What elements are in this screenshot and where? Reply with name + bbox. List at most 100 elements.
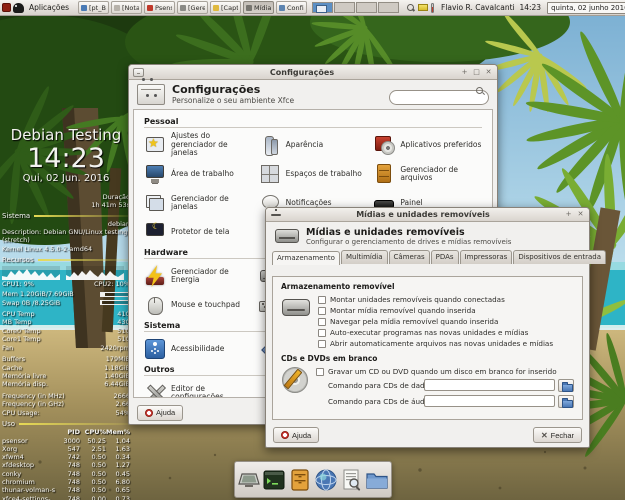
workspace-3[interactable] [356,2,377,13]
dialog-close-button[interactable] [576,210,585,219]
tray-magnifier-icon[interactable] [407,4,415,12]
checkbox[interactable] [318,340,326,348]
process-row: xfwm47420.500.34 [2,453,130,461]
dialog-header-icon [274,225,300,247]
settings-item-acessibilidade[interactable]: Acessibilidade [144,336,253,362]
dialog-window-title: Mídias e unidades removíveis [285,210,561,219]
process-row: conky7480.500.45 [2,470,130,478]
settings-item-gerenciador-de-janelas[interactable]: Gerenciador de janelas [144,190,253,216]
web-browser-icon[interactable] [314,468,338,492]
checkbox[interactable] [316,368,324,376]
conky-distro: Debian Testing [2,126,130,144]
settings-item-espacos-de-trabalho[interactable]: Espaços de trabalho [259,161,368,187]
top-panel: Aplicações [pt_B... [Nota... Psens... [G… [0,0,625,16]
settings-item-gerenciador-de-energia[interactable]: Gerenciador de Energia [144,263,253,289]
taskbar-button-capt[interactable]: [Capt... [210,1,241,14]
checkbox[interactable] [318,296,326,304]
desktop: Debian Testing 14:23 Qui, 02 Jun. 2016 D… [0,0,625,500]
settings-window-title: Configurações [147,68,457,77]
cpu2-graph [66,266,124,280]
show-desktop-icon[interactable] [237,468,261,492]
process-row: psensor300050.251.04 [2,437,130,445]
option-mount-media[interactable]: Montar mídia removível quando inserida [318,305,574,316]
option-burn-cd[interactable]: Gravar um CD ou DVD quando um disco em b… [316,366,574,377]
settings-item-aplicativos-preferidos[interactable]: Aplicativos preferidos [373,132,482,158]
settings-item-area-de-trabalho[interactable]: Área de trabalho [144,161,253,187]
tab-cameras[interactable]: Câmeras [389,250,430,264]
storage-section-title: Armazenamento removível [281,282,574,291]
dock [234,461,392,498]
workspace-2[interactable] [334,2,355,13]
close-x-icon [541,431,548,440]
task-icon [147,5,153,11]
settings-window-icon [133,68,144,77]
taskbar-button-pt[interactable]: [pt_B... [78,1,109,14]
dialog-help-button[interactable]: Ajuda [273,427,319,443]
browse-folder-button[interactable] [558,379,574,392]
file-manager-icon[interactable] [288,468,312,492]
checkbox[interactable] [318,318,326,326]
orage-date[interactable]: quinta, 02 junho 2016 [547,2,625,14]
dialog-shade-button[interactable] [564,210,573,219]
checkbox[interactable] [318,307,326,315]
settings-item-aparencia[interactable]: Aparência [259,132,368,158]
removable-drive-icon [281,294,311,320]
dialog-fechar-button[interactable]: Fechar [533,427,582,443]
conky-section-system: Sistema [2,212,130,220]
checkbox[interactable] [318,329,326,337]
workspace-pager[interactable] [312,2,399,13]
settings-editor-icon [144,382,166,398]
terminal-icon[interactable] [262,468,286,492]
option-autorun[interactable]: Auto-executar programas nas novas unidad… [318,327,574,338]
section-title-pessoal: Pessoal [144,117,482,128]
tab-pdas[interactable]: PDAs [431,250,459,264]
browse-folder-button[interactable] [558,395,574,408]
audio-cd-command-row: Comando para CDs de áudio: [316,393,574,409]
search-icon [476,87,485,96]
tab-multimidia[interactable]: Multimídia [341,250,388,264]
settings-help-button[interactable]: Ajuda [137,405,183,421]
tab-dispositivos-entrada[interactable]: Dispositivos de entrada [513,250,606,264]
process-row: xfdesktop7480.501.27 [2,461,130,469]
settings-item-ajustes-gerenciador-janelas[interactable]: Ajustes do gerenciador de janelas [144,132,253,158]
settings-item-editor-de-configuracoes[interactable]: Editor de configurações [144,380,253,398]
folder-icon[interactable] [365,468,389,492]
audio-cd-command-input[interactable] [424,395,555,407]
workspaces-icon [259,163,281,185]
settings-item-gerenciador-de-arquivos[interactable]: Gerenciador de arquivos [373,161,482,187]
workspace-4[interactable] [378,2,399,13]
shade-button[interactable] [460,68,469,77]
document-viewer-icon[interactable] [340,468,364,492]
option-browse-media[interactable]: Navegar pela mídia removível quando inse… [318,316,574,327]
taskbar-button-midia[interactable]: Mídia... [243,1,274,14]
dialog-tabs: Armazenamento Multimídia Câmeras PDAs Im… [266,250,589,264]
conky-cpu1: CPU1: 9% [2,280,34,288]
workspace-1[interactable] [312,2,333,13]
settings-titlebar[interactable]: Configurações [129,65,497,80]
close-button[interactable] [484,68,493,77]
tray-sensor-icon[interactable] [431,3,434,13]
dialog-window-icon [270,210,282,219]
option-mount-drives[interactable]: Montar unidades removíveis quando conect… [318,294,574,305]
tab-armazenamento[interactable]: Armazenamento [272,251,340,265]
maximize-button[interactable] [472,68,481,77]
settings-item-mouse-e-touchpad[interactable]: Mouse e touchpad [144,292,253,318]
tray-mail-icon[interactable] [418,4,428,11]
taskbar-button-gere[interactable]: [Gere... [177,1,208,14]
settings-item-protetor-de-tela[interactable]: Protetor de tela [144,219,253,245]
dialog-titlebar[interactable]: Mídias e unidades removíveis [266,208,589,222]
applications-menu[interactable]: Aplicações [26,3,72,12]
process-row: Xorg5472.511.63 [2,445,130,453]
taskbar-button-config[interactable]: Config... [276,1,307,14]
data-cd-command-input[interactable] [424,379,555,391]
tab-impressoras[interactable]: Impressoras [460,250,513,264]
desktop-icon [144,163,166,185]
conky-uptime-label: Duração [2,193,130,201]
conky-kernel: Kernel Linux 4.5.0-2-amd64 [2,245,130,253]
taskbar-button-nota[interactable]: [Nota... [111,1,142,14]
task-icon [81,5,87,11]
taskbar-button-psensor[interactable]: Psens... [144,1,175,14]
option-autoopen[interactable]: Abrir automaticamente arquivos nas novas… [318,338,574,349]
settings-search-input[interactable] [389,90,489,105]
swap-bar [100,300,130,305]
